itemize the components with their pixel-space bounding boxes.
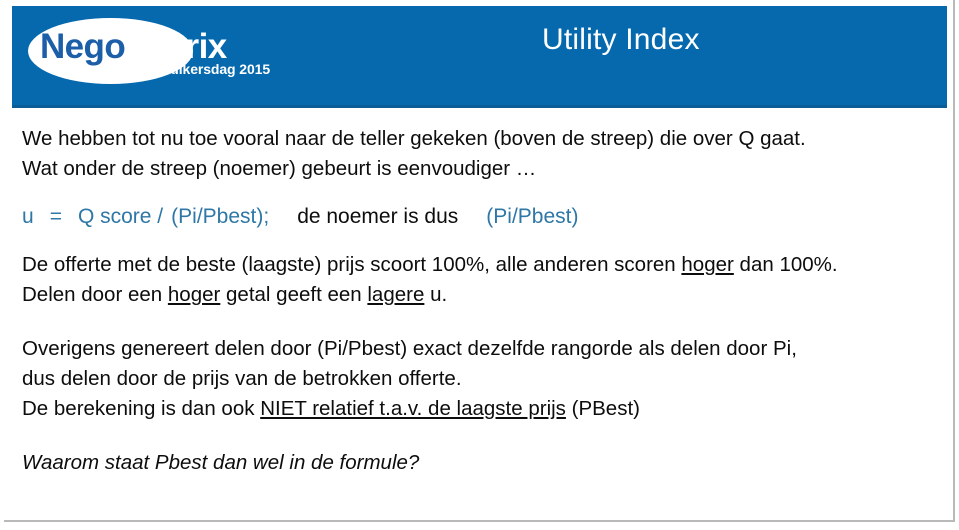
ranking-line-2: dus delen door de prijs van de betrokken… xyxy=(22,367,462,390)
scoring-line-1-emphasis: hoger xyxy=(681,253,734,276)
paragraph-scoring: De offerte met de beste (laagste) prijs … xyxy=(22,250,937,310)
formula-denominator: (Pi/Pbest); xyxy=(171,205,270,228)
logo-word-nego: Nego xyxy=(40,27,126,66)
formula-explanation: de noemer is dus xyxy=(297,205,459,228)
ranking-line-3-part-a: De berekening is dan ook xyxy=(22,397,261,420)
ranking-line-3-emphasis: NIET relatief t.a.v. de laagste prijs xyxy=(260,397,566,420)
paragraph-ranking: Overigens genereert delen door (Pi/Pbest… xyxy=(22,334,937,424)
question-line: Waarom staat Pbest dan wel in de formule… xyxy=(22,451,420,474)
scoring-line-2-emphasis-1: hoger xyxy=(167,283,221,306)
negometrix-logo: Negometrix Gebruikersdag 2015 xyxy=(20,14,270,94)
scoring-line-1-part-a: De offerte met de beste (laagste) prijs … xyxy=(22,253,682,276)
formula-numerator: Q score / xyxy=(77,205,164,228)
scoring-line-2-part-c: u. xyxy=(424,283,448,306)
scoring-line-2-emphasis-2: lagere xyxy=(367,283,425,306)
intro-line-2: Wat onder de streep (noemer) gebeurt is … xyxy=(22,157,537,180)
formula-equals-sign: = xyxy=(49,205,62,228)
header-banner: Negometrix Gebruikersdag 2015 Utility In… xyxy=(12,6,947,108)
paragraph-question: Waarom staat Pbest dan wel in de formule… xyxy=(22,448,937,478)
ranking-line-1: Overigens genereert delen door (Pi/Pbest… xyxy=(22,337,797,360)
scoring-line-2: Delen door een hoger getal geeft een lag… xyxy=(22,280,937,310)
logo-tagline: Gebruikersdag 2015 xyxy=(138,61,271,77)
scoring-line-1-part-b: dan 100%. xyxy=(733,253,838,276)
ranking-line-3: De berekening is dan ook NIET relatief t… xyxy=(22,394,937,424)
ranking-line-3-part-b: (PBest) xyxy=(565,397,640,420)
scoring-line-1: De offerte met de beste (laagste) prijs … xyxy=(22,250,937,280)
slide-root: Negometrix Gebruikersdag 2015 Utility In… xyxy=(0,0,959,530)
formula-denominator-repeat: (Pi/Pbest) xyxy=(486,205,579,228)
formula-expression: u = Q score / (Pi/Pbest); de noemer is dus (P… xyxy=(22,202,937,232)
slide-body: We hebben tot nu toe vooral naar de tell… xyxy=(22,124,937,478)
paragraph-intro: We hebben tot nu toe vooral naar de tell… xyxy=(22,124,937,184)
page-title: Utility Index xyxy=(542,23,700,56)
scoring-line-2-part-b: getal geeft een xyxy=(220,283,368,306)
formula-variable-u: u xyxy=(22,205,34,228)
intro-line-1: We hebben tot nu toe vooral naar de tell… xyxy=(22,127,806,150)
scoring-line-2-part-a: Delen door een xyxy=(22,283,168,306)
